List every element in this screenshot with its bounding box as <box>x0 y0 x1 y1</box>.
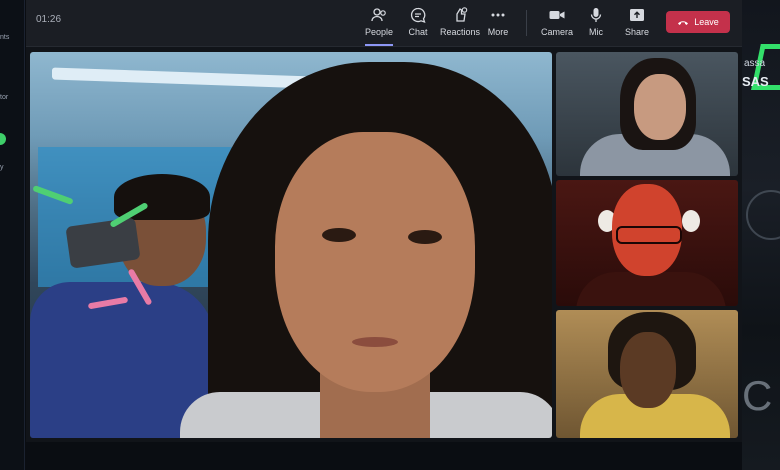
share-button[interactable]: Share <box>615 6 659 37</box>
left-edge-label-1: nts <box>0 34 10 41</box>
speaker-mouth <box>352 337 398 347</box>
mic-icon <box>590 8 602 22</box>
main-video-tile[interactable] <box>30 52 552 438</box>
elapsed-time: 01:26 <box>36 14 62 25</box>
people-icon <box>371 8 386 22</box>
glasses-graphic <box>616 226 682 244</box>
background-text-1: assa <box>744 58 766 69</box>
more-button[interactable]: More <box>476 6 520 37</box>
background-screen-edge: assa SAS C <box>742 0 780 470</box>
light-graphic-2 <box>682 210 700 232</box>
speaker-eye-left <box>322 228 356 242</box>
toolbar-divider <box>526 10 527 36</box>
leave-button[interactable]: Leave <box>666 11 730 33</box>
participant-body <box>576 272 726 306</box>
participant-tile-2[interactable] <box>556 180 738 306</box>
camera-label: Camera <box>540 27 573 37</box>
status-dot-icon <box>0 133 6 145</box>
left-edge-label-3: y <box>0 164 4 171</box>
seal-graphic <box>746 190 780 240</box>
participant-tile-3[interactable] <box>556 310 738 438</box>
background-text-2: SAS <box>742 74 769 89</box>
share-icon <box>630 9 644 21</box>
left-edge-label-2: tor <box>0 94 9 101</box>
people-button[interactable]: People <box>357 6 401 46</box>
phone-hangup-icon <box>678 21 689 25</box>
meeting-window: 01:26 People Chat Reactions More Camera … <box>26 0 742 442</box>
camera-icon <box>549 11 565 19</box>
left-window-edge: nts tor y <box>0 0 25 470</box>
chat-label: Chat <box>408 27 428 37</box>
camera-button[interactable]: Camera <box>535 6 579 37</box>
more-label: More <box>487 27 509 37</box>
chat-icon <box>410 7 426 24</box>
meeting-toolbar: 01:26 People Chat Reactions More Camera … <box>26 0 742 47</box>
background-text-3: C <box>742 372 773 419</box>
ceiling-light <box>52 67 312 89</box>
more-icon <box>491 13 505 17</box>
reactions-icon <box>456 7 468 22</box>
mic-label: Mic <box>589 27 603 37</box>
share-label: Share <box>624 27 650 37</box>
people-label: People <box>364 27 394 37</box>
participant-tile-1[interactable] <box>556 52 738 176</box>
mic-button[interactable]: Mic <box>574 6 618 37</box>
chat-button[interactable]: Chat <box>396 6 440 37</box>
leave-label: Leave <box>694 17 719 27</box>
speaker-eye-right <box>408 230 442 244</box>
speaker-face <box>275 132 475 392</box>
participant-head <box>634 74 686 140</box>
participant-head <box>620 332 676 408</box>
